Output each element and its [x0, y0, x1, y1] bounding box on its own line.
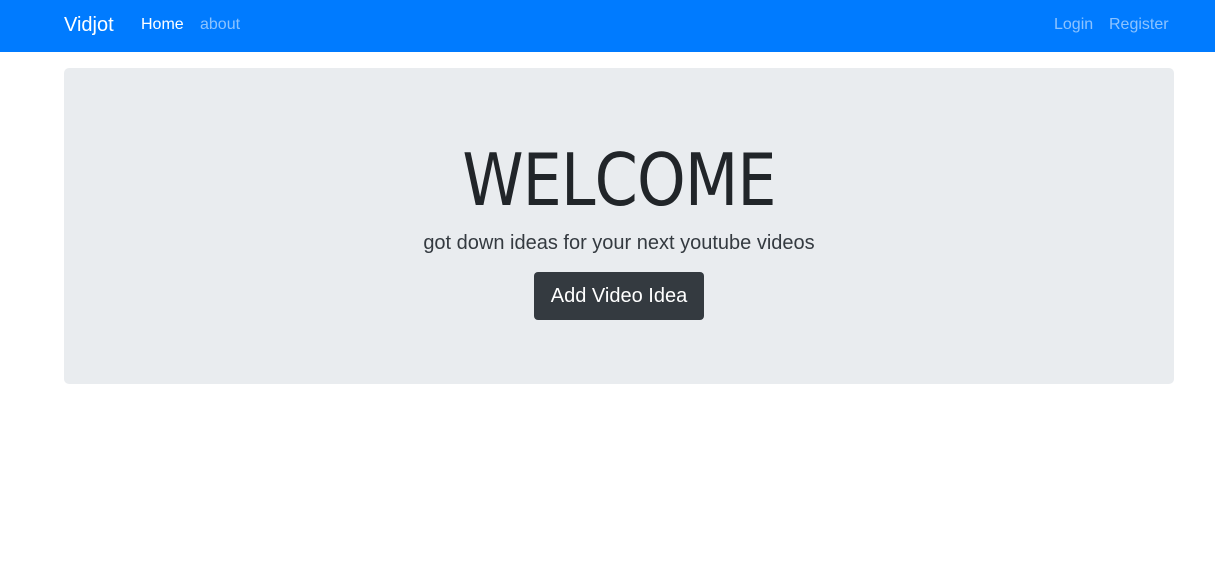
- add-video-idea-button[interactable]: Add Video Idea: [534, 272, 704, 320]
- top-navbar: Vidjot Home about Login Register: [0, 0, 1215, 52]
- nav-about-link[interactable]: about: [200, 15, 240, 35]
- brand-link[interactable]: Vidjot: [64, 12, 114, 38]
- nav-register-link[interactable]: Register: [1109, 15, 1169, 35]
- welcome-lead-text: got down ideas for your next youtube vid…: [423, 232, 815, 254]
- welcome-jumbotron: WELCOME got down ideas for your next you…: [64, 68, 1174, 384]
- welcome-heading: WELCOME: [462, 138, 776, 222]
- nav-login-link[interactable]: Login: [1054, 15, 1093, 35]
- nav-home-link[interactable]: Home: [141, 15, 184, 35]
